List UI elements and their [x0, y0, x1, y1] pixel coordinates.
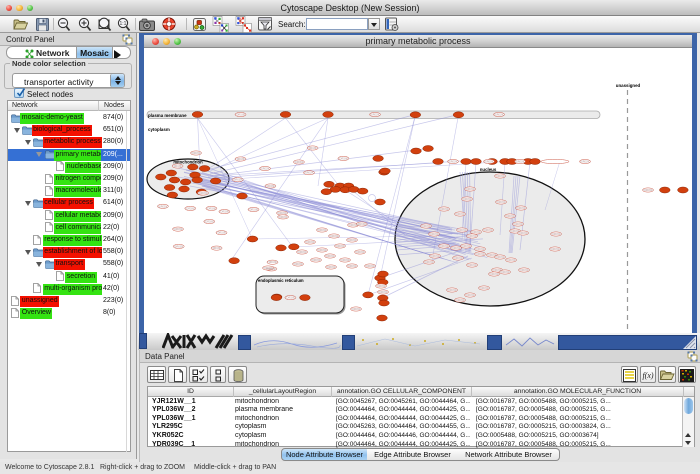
svg-text:YDR039C: YDR039C [317, 229, 328, 232]
svg-text:YDR039C: YDR039C [206, 207, 217, 210]
svg-text:YDR039C: YDR039C [297, 251, 308, 254]
svg-text:YDR039C: YDR039C [455, 213, 466, 216]
svg-text:unassigned: unassigned [616, 83, 641, 88]
svg-text:YDR039C: YDR039C [185, 207, 196, 210]
svg-text:YDR039C: YDR039C [378, 291, 389, 294]
svg-text:YDR039C: YDR039C [329, 235, 340, 238]
svg-text:YDR039C: YDR039C [311, 259, 322, 262]
svg-text:YDR039C: YDR039C [448, 161, 459, 164]
svg-text:YDR039C: YDR039C [365, 265, 376, 268]
svg-text:YDR039C: YDR039C [475, 253, 486, 256]
svg-text:YDR039C: YDR039C [325, 255, 336, 258]
svg-text:YDR039C: YDR039C [305, 241, 316, 244]
svg-text:YDR039C: YDR039C [370, 114, 381, 117]
svg-text:YDR039C: YDR039C [439, 245, 450, 248]
svg-text:YDR039C: YDR039C [495, 256, 506, 259]
svg-text:YDR039C: YDR039C [235, 114, 246, 117]
svg-text:YDR039C: YDR039C [211, 247, 222, 250]
svg-text:plasma membrane: plasma membrane [148, 113, 187, 118]
svg-text:YDR039C: YDR039C [471, 231, 482, 234]
svg-text:YDR039C: YDR039C [429, 233, 440, 236]
svg-text:YDR039C: YDR039C [248, 209, 259, 212]
svg-text:YDR039C: YDR039C [519, 269, 530, 272]
svg-text:YDR039C: YDR039C [516, 207, 527, 210]
svg-text:YDR039C: YDR039C [158, 205, 169, 208]
svg-text:YDR039C: YDR039C [475, 248, 486, 251]
svg-text:YDR039C: YDR039C [447, 289, 458, 292]
svg-text:nucleus: nucleus [480, 167, 497, 172]
svg-text:YDR039C: YDR039C [500, 271, 511, 274]
svg-text:YDR039C: YDR039C [338, 157, 349, 160]
svg-text:YDR039C: YDR039C [430, 255, 441, 258]
svg-text:YDR039C: YDR039C [232, 179, 243, 182]
svg-text:cytoplasm: cytoplasm [148, 127, 170, 132]
svg-text:YDR039C: YDR039C [461, 245, 472, 248]
svg-text:YDR039C: YDR039C [278, 216, 289, 219]
svg-text:YDR039C: YDR039C [518, 232, 529, 235]
svg-text:YDR039C: YDR039C [643, 189, 654, 192]
svg-text:YDR039C: YDR039C [204, 221, 215, 224]
svg-text:YDR039C: YDR039C [351, 308, 362, 311]
svg-text:YDR039C: YDR039C [483, 229, 494, 232]
svg-text:YDR039C: YDR039C [506, 259, 517, 262]
svg-text:YDR039C: YDR039C [172, 165, 183, 168]
svg-text:YDR039C: YDR039C [235, 158, 246, 161]
svg-text:YDR039C: YDR039C [513, 223, 524, 226]
svg-text:YDR039C: YDR039C [265, 185, 276, 188]
svg-text:YDR039C: YDR039C [304, 172, 315, 175]
svg-text:YDR039C: YDR039C [580, 161, 591, 164]
svg-text:YDR039C: YDR039C [277, 212, 288, 215]
svg-text:YDR039C: YDR039C [467, 235, 478, 238]
svg-text:YDR039C: YDR039C [263, 267, 274, 270]
svg-text:YDR039C: YDR039C [285, 297, 296, 300]
svg-text:YDR039C: YDR039C [216, 232, 227, 235]
svg-text:YDR039C: YDR039C [551, 233, 562, 236]
svg-text:YDR039C: YDR039C [294, 161, 305, 164]
svg-text:YDR039C: YDR039C [505, 215, 516, 218]
svg-text:1:1: 1:1 [120, 21, 127, 27]
svg-text:YDR039C: YDR039C [421, 225, 432, 228]
svg-text:YDR039C: YDR039C [356, 223, 367, 226]
svg-text:YDR039C: YDR039C [198, 192, 209, 195]
svg-text:YDR039C: YDR039C [376, 285, 387, 288]
svg-text:YDR039C: YDR039C [326, 266, 337, 269]
svg-text:YDR039C: YDR039C [494, 114, 505, 117]
svg-text:YDR039C: YDR039C [455, 299, 466, 302]
svg-text:YDR039C: YDR039C [267, 261, 278, 264]
svg-text:YDR039C: YDR039C [465, 188, 476, 191]
svg-text:YDR039C: YDR039C [550, 248, 561, 251]
svg-text:YDR039C: YDR039C [424, 261, 435, 264]
svg-text:YDR039C: YDR039C [457, 229, 468, 232]
svg-text:YDR039C: YDR039C [484, 161, 495, 164]
svg-text:f(x): f(x) [642, 371, 653, 380]
svg-text:YDR039C: YDR039C [293, 263, 304, 266]
svg-text:YDR039C: YDR039C [260, 168, 271, 171]
svg-text:YDR039C: YDR039C [219, 211, 230, 214]
svg-text:YDR039C: YDR039C [439, 208, 450, 211]
svg-text:YDR039C: YDR039C [307, 147, 318, 150]
svg-text:YDR039C: YDR039C [191, 152, 202, 155]
svg-text:YDR039C: YDR039C [347, 239, 358, 242]
svg-text:YDR039C: YDR039C [173, 245, 184, 248]
svg-text:YDR039C: YDR039C [465, 294, 476, 297]
svg-text:endoplasmic reticulum: endoplasmic reticulum [258, 278, 304, 283]
svg-text:YDR039C: YDR039C [453, 257, 464, 260]
svg-text:YDR039C: YDR039C [515, 161, 526, 164]
svg-text:YDR039C: YDR039C [355, 251, 366, 254]
svg-text:YDR039C: YDR039C [479, 287, 490, 290]
svg-text:YDR039C: YDR039C [467, 264, 478, 267]
svg-text:YDR039C: YDR039C [347, 265, 358, 268]
svg-text:YDR039C: YDR039C [340, 259, 351, 262]
svg-text:YDR039C: YDR039C [495, 175, 506, 178]
svg-text:YDR039C: YDR039C [496, 201, 507, 204]
svg-text:YDR039C: YDR039C [335, 245, 346, 248]
svg-text:YDR039C: YDR039C [489, 273, 500, 276]
svg-text:YDR039C: YDR039C [173, 228, 184, 231]
svg-text:YDR039C: YDR039C [317, 249, 328, 252]
svg-text:YDR039C: YDR039C [462, 198, 473, 201]
